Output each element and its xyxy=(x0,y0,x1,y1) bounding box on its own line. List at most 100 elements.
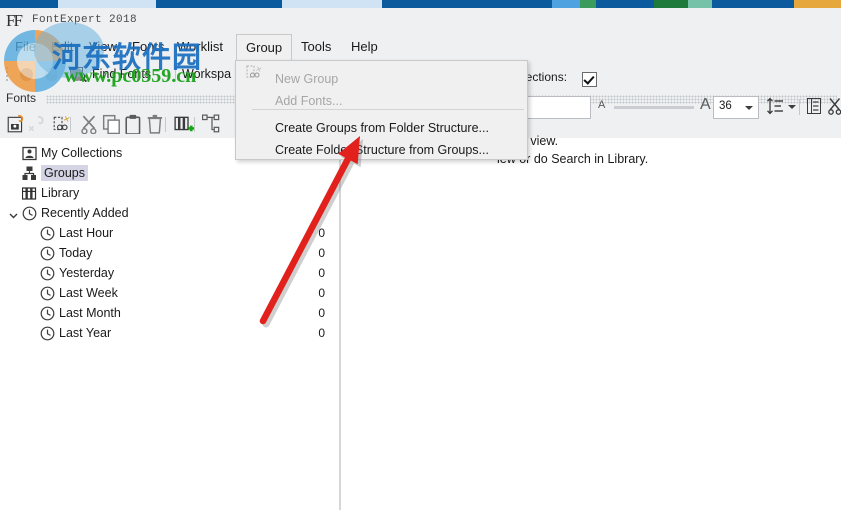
window-title: FontExpert 2018 xyxy=(32,14,138,26)
tree-item-label: Last Month xyxy=(59,306,121,320)
toolbar-grip[interactable] xyxy=(5,66,9,82)
tree-item-label: Library xyxy=(41,186,80,200)
menu-item-create-folder-structure-from-groups[interactable]: Create Folder Structure from Groups... xyxy=(237,139,528,161)
small-a-label: A xyxy=(598,99,606,111)
tree-item-label: Yesterday xyxy=(59,266,115,280)
clock-icon xyxy=(40,306,55,321)
group-menu-dropdown[interactable]: New Group Add Fonts... Create Groups from … xyxy=(235,60,528,160)
menubar-item-help[interactable]: Help xyxy=(342,34,387,60)
menu-item-add-fonts: Add Fonts... xyxy=(237,90,528,112)
menubar-item-file[interactable]: File xyxy=(6,34,45,60)
tree-item-count: 0 xyxy=(318,286,325,300)
tree-item-count: 0 xyxy=(318,226,325,240)
menu-item-label: New Group xyxy=(275,72,339,86)
content-area: My Collections Groups Library Recently Adde… xyxy=(0,134,841,510)
taskbar-segment xyxy=(282,0,382,8)
menubar-item-worklist[interactable]: Worklist xyxy=(168,34,232,60)
taskbar-segment xyxy=(794,0,841,8)
collections-icon xyxy=(22,146,37,161)
tree-item-count: 0 xyxy=(318,306,325,320)
clock-icon xyxy=(40,246,55,261)
toolbar-separator xyxy=(175,66,176,82)
tree-item-recently-added[interactable]: Recently Added xyxy=(0,203,339,223)
menu-item-label: Create Folder Structure from Groups... xyxy=(275,143,489,157)
tree-item-label: My Collections xyxy=(41,146,123,160)
find-fonts-button[interactable]: Find Fonts xyxy=(70,60,152,88)
app-logo-icon: FF xyxy=(6,11,23,30)
find-fonts-label: Find Fonts xyxy=(92,67,152,81)
install-font-icon[interactable] xyxy=(6,114,26,134)
windows-taskbar-strip xyxy=(0,0,841,8)
large-a-label: A xyxy=(700,96,711,113)
new-group-icon[interactable] xyxy=(52,114,72,134)
clock-icon xyxy=(40,286,55,301)
menu-item-create-groups-from-folder-structure[interactable]: Create Groups from Folder Structure... xyxy=(237,117,528,139)
taskbar-segment xyxy=(712,0,794,8)
menu-item-label: Create Groups from Folder Structure... xyxy=(275,121,489,135)
taskbar-segment xyxy=(552,0,580,8)
tree-item-last-year[interactable]: Last Year 0 xyxy=(0,323,339,343)
tree-item-yesterday[interactable]: Yesterday 0 xyxy=(0,263,339,283)
chevron-down-icon[interactable] xyxy=(788,105,796,109)
chevron-down-icon[interactable] xyxy=(745,106,753,110)
uninstall-font-icon xyxy=(28,115,44,132)
taskbar-segment xyxy=(688,0,712,8)
font-size-slider[interactable] xyxy=(614,106,694,213)
fonts-tree[interactable]: My Collections Groups Library Recently Adde… xyxy=(0,138,339,510)
fonts-panel-title: Fonts xyxy=(6,91,37,105)
title-bar: FF FontExpert 2018 xyxy=(0,8,841,34)
menu-item-label: Add Fonts... xyxy=(275,94,343,108)
library-icon xyxy=(22,187,37,200)
tree-structure-icon[interactable] xyxy=(202,114,222,134)
menubar-item-group[interactable]: Group xyxy=(236,34,293,60)
menu-bar: File Edit View Fonts Worklist Group Tools Help xyxy=(0,34,841,60)
tree-item-last-hour[interactable]: Last Hour 0 xyxy=(0,223,339,243)
tree-item-groups[interactable]: Groups xyxy=(0,163,339,183)
delete-icon[interactable] xyxy=(146,114,166,134)
menubar-item-edit[interactable]: Edit xyxy=(42,34,82,60)
tree-item-library[interactable]: Library xyxy=(0,183,339,203)
menubar-item-tools[interactable]: Tools xyxy=(292,34,340,60)
tree-item-label: Today xyxy=(59,246,93,260)
tree-item-count: 0 xyxy=(318,326,325,340)
taskbar-segment xyxy=(382,0,552,8)
tree-item-label: Recently Added xyxy=(41,206,129,220)
cut-icon[interactable] xyxy=(80,114,100,134)
clock-icon xyxy=(40,226,55,241)
cut-icon[interactable] xyxy=(827,97,841,115)
apply-to-selections-label: lections: xyxy=(523,70,568,84)
toolbar-round-button[interactable] xyxy=(45,68,58,81)
taskbar-segment xyxy=(156,0,282,8)
indent-icon[interactable] xyxy=(805,97,823,115)
taskbar-segment xyxy=(596,0,654,8)
tree-item-label: Last Year xyxy=(59,326,112,340)
clock-icon xyxy=(22,206,37,221)
workspace-label: Workspa xyxy=(182,67,232,81)
copy-icon[interactable] xyxy=(102,114,122,134)
add-library-icon[interactable] xyxy=(174,114,194,134)
chevron-down-icon[interactable] xyxy=(8,208,19,219)
groups-icon xyxy=(22,166,36,180)
font-size-combobox[interactable]: 36 xyxy=(713,96,759,119)
tree-item-last-month[interactable]: Last Month 0 xyxy=(0,303,339,323)
menubar-item-view[interactable]: View xyxy=(80,34,126,60)
tree-item-label: Last Hour xyxy=(59,226,114,240)
toolbar-round-button[interactable] xyxy=(20,68,33,81)
fontexpert-window: FF FontExpert 2018 File Edit View Fonts Work… xyxy=(0,8,841,510)
workspace-button[interactable]: Workspa xyxy=(182,60,231,88)
paste-icon[interactable] xyxy=(124,114,144,134)
tree-item-last-week[interactable]: Last Week 0 xyxy=(0,283,339,303)
tree-item-today[interactable]: Today 0 xyxy=(0,243,339,263)
toolbar-round-button[interactable] xyxy=(70,68,83,81)
clock-icon xyxy=(40,266,55,281)
tree-item-label: Last Week xyxy=(59,286,118,300)
font-size-value: 36 xyxy=(719,100,732,112)
menubar-item-fonts[interactable]: Fonts xyxy=(123,34,174,60)
line-spacing-icon[interactable] xyxy=(766,97,784,115)
taskbar-segment xyxy=(580,0,596,8)
toolbar-separator xyxy=(799,99,800,115)
panel-splitter[interactable] xyxy=(339,138,341,510)
apply-to-selections-checkbox[interactable] xyxy=(582,72,597,87)
menu-item-new-group: New Group xyxy=(237,68,528,90)
taskbar-segment xyxy=(0,0,58,8)
